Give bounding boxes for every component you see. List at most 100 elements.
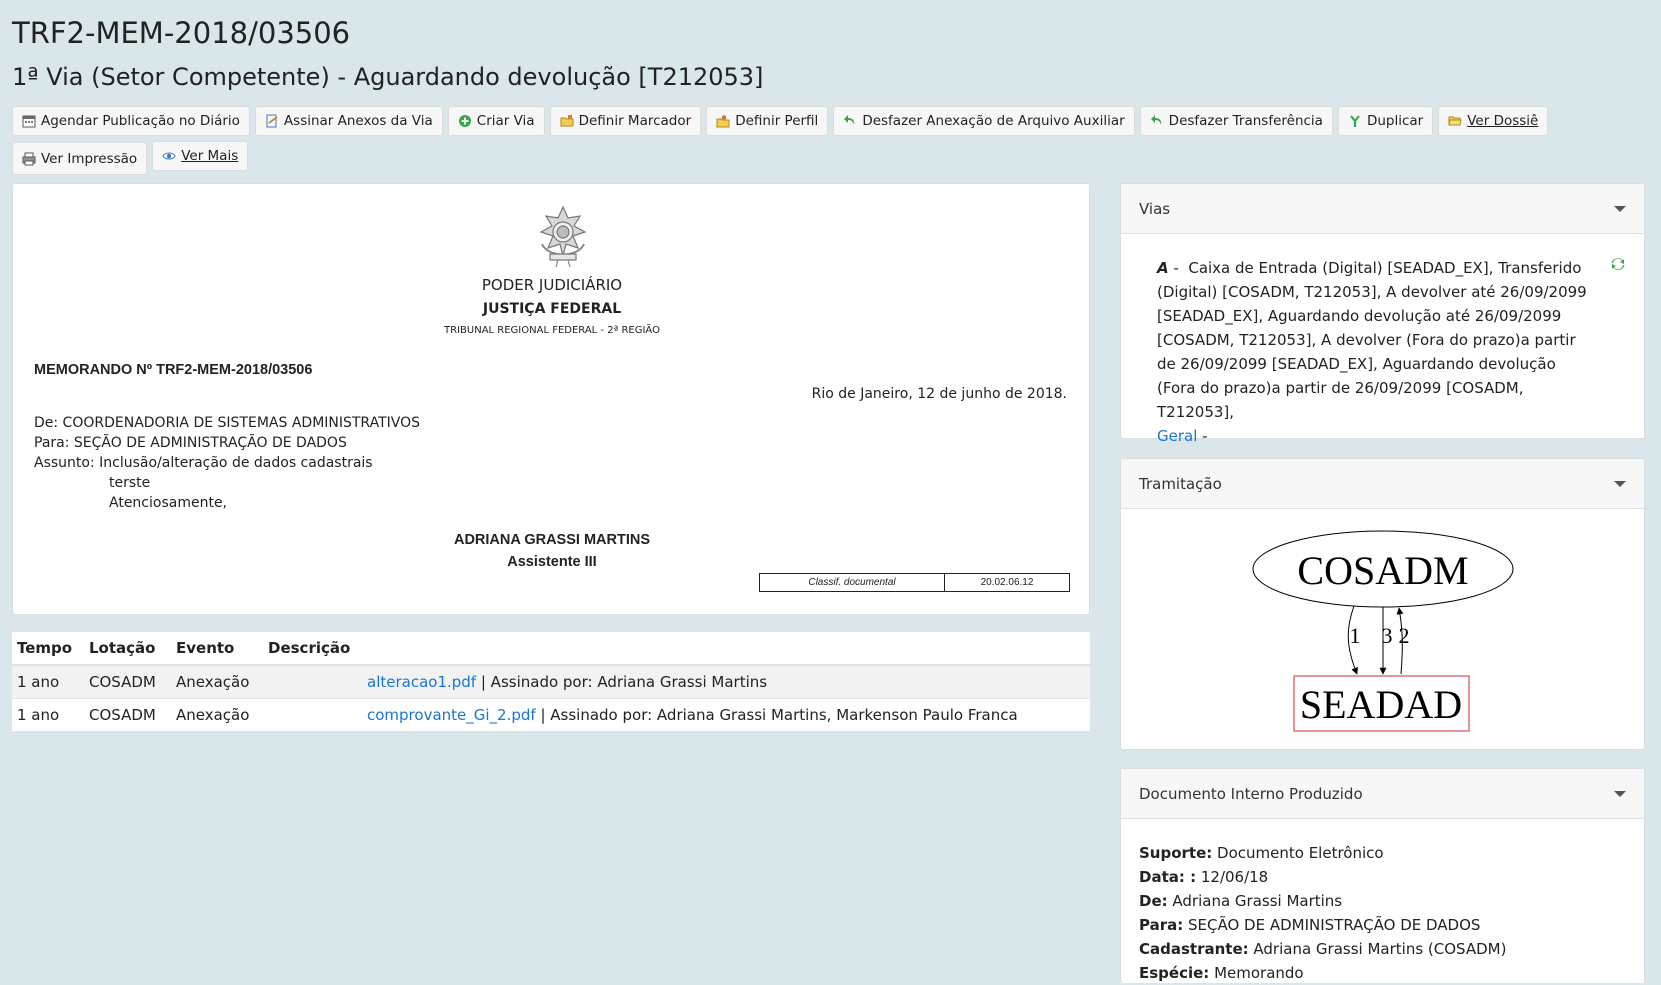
cell-evento: Anexação: [171, 664, 263, 698]
tramitacao-graph: COSADM 1 3 2 SEADAD: [1252, 530, 1514, 732]
signer-name: ADRIANA GRASSI MARTINS: [453, 532, 651, 548]
tramitacao-panel-title: Tramitação: [1139, 474, 1222, 493]
sign-document-icon: [266, 114, 278, 128]
desfazer-transferencia-button[interactable]: Desfazer Transferência: [1139, 106, 1333, 136]
open-folder-icon: [1448, 116, 1462, 126]
criar-via-label: Criar Via: [476, 113, 535, 129]
geral-separator: -: [1197, 427, 1208, 445]
page-title: TRF2-MEM-2018/03506: [12, 16, 351, 50]
info-de: De: Adriana Grassi Martins: [1139, 889, 1626, 913]
graph-edge-2-label: 2: [1399, 623, 1410, 648]
assinar-anexos-button[interactable]: Assinar Anexos da Via: [254, 106, 443, 136]
cell-evento: Anexação: [171, 697, 263, 731]
definir-marcador-button[interactable]: Definir Marcador: [549, 106, 702, 136]
info-data-label: Data: :: [1139, 868, 1197, 886]
graph-node-seadad-label: SEADAD: [1300, 682, 1462, 727]
vias-panel-body: A - Caixa de Entrada (Digital) [SEADAD_E…: [1121, 234, 1644, 448]
info-cadastrante-value: Adriana Grassi Martins (COSADM): [1248, 940, 1507, 958]
page-subtitle: 1ª Via (Setor Competente) - Aguardando d…: [12, 63, 764, 91]
cell-descricao: [263, 664, 362, 698]
definir-perfil-label: Definir Perfil: [735, 113, 819, 129]
desfazer-transferencia-label: Desfazer Transferência: [1168, 113, 1323, 129]
action-toolbar: Agendar Publicação no Diário Assinar Ane…: [12, 106, 1582, 175]
file-link[interactable]: comprovante_Gi_2.pdf: [367, 706, 536, 724]
info-para: Para: SEÇÃO DE ADMINISTRAÇÃO DE DADOS: [1139, 913, 1626, 937]
undo-arrow-icon: [844, 115, 855, 125]
chevron-down-icon[interactable]: [1614, 790, 1626, 797]
info-especie-label: Espécie:: [1139, 964, 1210, 982]
info-data-value: 12/06/18: [1196, 868, 1269, 886]
tramitacao-panel: Tramitação COSADM 1 3 2 SEADAD: [1120, 458, 1645, 750]
desfazer-anexacao-label: Desfazer Anexação de Arquivo Auxiliar: [862, 113, 1125, 129]
ver-dossie-button[interactable]: Ver Dossiê: [1438, 106, 1549, 136]
col-header-lotacao: Lotação: [84, 632, 171, 666]
agendar-publicacao-label: Agendar Publicação no Diário: [41, 113, 240, 129]
memo-date: Rio de Janeiro, 12 de junho de 2018.: [811, 386, 1067, 402]
info-suporte-value: Documento Eletrônico: [1212, 844, 1384, 862]
classification-value: 20.02.06.12: [980, 577, 1034, 588]
vias-panel: Vias A - Caixa de Entrada (Digital) [SEA…: [1120, 183, 1645, 445]
memo-from: De: COORDENADORIA DE SISTEMAS ADMINISTRA…: [34, 415, 421, 431]
add-circle-icon: [458, 115, 471, 127]
chevron-down-icon[interactable]: [1614, 480, 1626, 487]
ver-impressao-button[interactable]: Ver Impressão: [12, 142, 148, 175]
graph-edge-3-label: 3: [1382, 623, 1393, 648]
col-header-descricao: Descrição: [263, 632, 362, 666]
doc-header-poder: PODER JUDICIÁRIO: [481, 276, 623, 294]
via-separator: -: [1168, 259, 1184, 277]
cell-file: alteracao1.pdf | Assinado por: Adriana G…: [362, 664, 1090, 698]
info-cadastrante: Cadastrante: Adriana Grassi Martins (COS…: [1139, 937, 1626, 961]
table-header-row: Tempo Lotação Evento Descrição: [12, 632, 1090, 666]
cell-lotacao: COSADM: [84, 697, 171, 731]
table-row: 1 ano COSADM Anexação comprovante_Gi_2.p…: [12, 697, 1090, 731]
cell-tempo: 1 ano: [12, 697, 84, 731]
info-especie: Espécie: Memorando: [1139, 961, 1626, 985]
cell-lotacao: COSADM: [84, 664, 171, 698]
folder-tag-icon: [560, 115, 574, 127]
classification-box: Classif. documental 20.02.06.12: [759, 573, 1070, 592]
definir-perfil-button[interactable]: Definir Perfil: [706, 106, 829, 136]
refresh-icon[interactable]: [1610, 256, 1626, 272]
signed-by: | Assinado por: Adriana Grassi Martins, …: [535, 705, 1018, 724]
info-para-label: Para:: [1139, 916, 1184, 934]
printer-icon: [22, 152, 36, 165]
via-letter: A: [1157, 259, 1169, 277]
col-header-evento: Evento: [171, 632, 263, 666]
criar-via-button[interactable]: Criar Via: [447, 106, 545, 136]
documento-interno-panel-header[interactable]: Documento Interno Produzido: [1121, 769, 1644, 819]
info-para-value: SEÇÃO DE ADMINISTRAÇÃO DE DADOS: [1183, 916, 1481, 934]
memo-to: Para: SEÇÃO DE ADMINISTRAÇÃO DE DADOS: [34, 435, 347, 451]
vias-panel-header[interactable]: Vias: [1121, 184, 1644, 234]
info-suporte-label: Suporte:: [1139, 844, 1213, 862]
chevron-down-icon[interactable]: [1614, 205, 1626, 212]
undo-arrow-icon: [1150, 115, 1161, 125]
doc-header-justica: JUSTIÇA FEDERAL: [482, 301, 622, 317]
cell-file: comprovante_Gi_2.pdf | Assinado por: Adr…: [362, 697, 1090, 731]
desfazer-anexacao-button[interactable]: Desfazer Anexação de Arquivo Auxiliar: [833, 106, 1135, 136]
tramitacao-panel-header[interactable]: Tramitação: [1121, 459, 1644, 509]
classification-label: Classif. documental: [760, 574, 945, 591]
doc-header-tribunal: TRIBUNAL REGIONAL FEDERAL - 2ª REGIÃO: [444, 325, 660, 336]
file-link[interactable]: alteracao1.pdf: [367, 673, 476, 691]
ver-mais-label: Ver Mais: [181, 148, 239, 164]
col-header-tempo: Tempo: [12, 632, 84, 666]
signed-by: | Assinado por: Adriana Grassi Martins: [476, 672, 768, 691]
movements-table: Tempo Lotação Evento Descrição 1 ano COS…: [12, 632, 1090, 731]
documento-interno-panel-title: Documento Interno Produzido: [1139, 784, 1363, 803]
memo-subject: Assunto: Inclusão/alteração de dados cad…: [34, 455, 373, 471]
duplicar-button[interactable]: Duplicar: [1337, 106, 1434, 136]
ver-dossie-label: Ver Dossiê: [1467, 113, 1539, 129]
memo-number: MEMORANDO Nº TRF2-MEM-2018/03506: [34, 362, 313, 378]
documento-interno-panel: Documento Interno Produzido Suporte: Doc…: [1120, 768, 1645, 983]
info-especie-value: Memorando: [1209, 964, 1304, 982]
ver-mais-button[interactable]: Ver Mais: [152, 141, 249, 171]
col-header-blank: [362, 632, 1090, 666]
geral-link[interactable]: Geral: [1157, 427, 1197, 445]
branch-icon: [1350, 115, 1360, 127]
user-folder-icon: [716, 115, 730, 128]
ver-impressao-label: Ver Impressão: [41, 150, 138, 167]
info-data: Data: : 12/06/18: [1139, 865, 1626, 889]
signer-role: Assistente III: [507, 554, 597, 570]
document-preview: PODER JUDICIÁRIO JUSTIÇA FEDERAL TRIBUNA…: [12, 183, 1090, 615]
agendar-publicacao-button[interactable]: Agendar Publicação no Diário: [12, 106, 250, 136]
